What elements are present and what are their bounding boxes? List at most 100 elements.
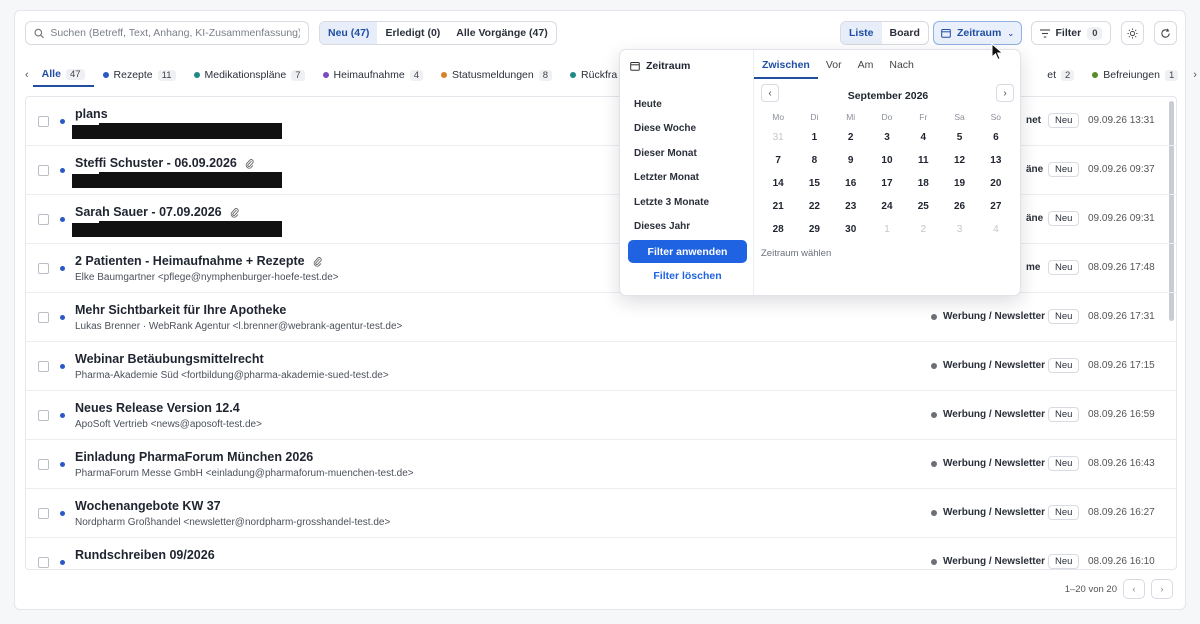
prev-page-button[interactable]: ‹ <box>1123 579 1145 599</box>
tab-erledigt[interactable]: Erledigt (0) <box>377 22 448 44</box>
calendar-day[interactable]: 2 <box>905 218 941 241</box>
calendar-day[interactable]: 9 <box>833 149 869 172</box>
category-statusmeldungen[interactable]: Statusmeldungen 8 <box>432 63 561 87</box>
calendar-day[interactable]: 15 <box>796 172 832 195</box>
category-befreiungen[interactable]: Befreiungen 1 <box>1083 63 1187 87</box>
category-medikationsplaene[interactable]: Medikationspläne 7 <box>185 63 314 87</box>
tab-am[interactable]: Am <box>850 56 882 79</box>
category-dot-icon <box>1092 72 1099 78</box>
unread-dot-icon <box>60 511 65 516</box>
calendar-day[interactable]: 3 <box>869 126 905 149</box>
row-checkbox[interactable] <box>38 214 49 225</box>
row-checkbox[interactable] <box>38 508 49 519</box>
row-checkbox[interactable] <box>38 361 49 372</box>
row-subject-text: Neues Release Version 12.4 <box>75 401 240 415</box>
calendar-day[interactable]: 10 <box>869 149 905 172</box>
unread-dot-icon <box>60 462 65 467</box>
tab-neu[interactable]: Neu (47) <box>320 22 378 44</box>
calendar-day[interactable]: 13 <box>978 149 1014 172</box>
calendar-day[interactable]: 7 <box>760 149 796 172</box>
calendar-day[interactable]: 1 <box>869 218 905 241</box>
clear-filter-button[interactable]: Filter löschen <box>628 270 747 282</box>
calendar-day[interactable]: 5 <box>941 126 977 149</box>
table-row[interactable]: Mehr Sichtbarkeit für Ihre Apotheke Lukas… <box>26 293 1176 342</box>
preset-dieser-monat[interactable]: Dieser Monat <box>634 148 697 159</box>
category-heimaufnahme[interactable]: Heimaufnahme 4 <box>314 63 433 87</box>
calendar-day[interactable]: 28 <box>760 218 796 241</box>
category-rueckfragen[interactable]: Rückfra <box>561 63 626 87</box>
calendar-day[interactable]: 18 <box>905 172 941 195</box>
search-box[interactable] <box>25 21 309 45</box>
calendar-day[interactable]: 30 <box>833 218 869 241</box>
zeitraum-button[interactable]: Zeitraum ⌄ <box>933 21 1022 45</box>
preset-heute[interactable]: Heute <box>634 99 662 110</box>
table-row[interactable]: Neues Release Version 12.4 ApoSoft Vertri… <box>26 391 1176 440</box>
calendar-day[interactable]: 8 <box>796 149 832 172</box>
calendar-day[interactable]: 22 <box>796 195 832 218</box>
calendar-day[interactable]: 21 <box>760 195 796 218</box>
category-count: 8 <box>538 69 553 81</box>
calendar-day[interactable]: 2 <box>833 126 869 149</box>
settings-button[interactable] <box>1121 21 1144 45</box>
row-checkbox[interactable] <box>38 459 49 470</box>
calendar-day[interactable]: 1 <box>796 126 832 149</box>
table-row[interactable]: Einladung PharmaForum München 2026 Pharma… <box>26 440 1176 489</box>
chevron-left-icon[interactable]: ‹ <box>15 69 33 81</box>
category-rezepte[interactable]: Rezepte 11 <box>94 63 185 87</box>
calendar-day[interactable]: 16 <box>833 172 869 195</box>
calendar-day[interactable]: 24 <box>869 195 905 218</box>
search-input[interactable] <box>50 27 300 39</box>
calendar-day[interactable]: 25 <box>905 195 941 218</box>
next-page-button[interactable]: › <box>1151 579 1173 599</box>
category-count: 2 <box>1061 69 1075 81</box>
row-category-tag: äne <box>1026 213 1044 224</box>
row-checkbox[interactable] <box>38 165 49 176</box>
calendar-day[interactable]: 26 <box>941 195 977 218</box>
table-row[interactable]: Rundschreiben 09/2026 Werbung / Newslette… <box>26 538 1176 569</box>
row-date: 08.09.26 16:27 <box>1088 507 1155 518</box>
preset-letzte-3-monate[interactable]: Letzte 3 Monate <box>634 197 709 208</box>
calendar-day[interactable]: 4 <box>978 218 1014 241</box>
row-checkbox[interactable] <box>38 116 49 127</box>
category-partial[interactable]: et 2 <box>1038 63 1083 87</box>
category-dot-icon <box>570 72 577 78</box>
tab-liste[interactable]: Liste <box>841 22 882 44</box>
filter-button[interactable]: Filter 0 <box>1031 21 1111 45</box>
tab-alle-vorgaenge[interactable]: Alle Vorgänge (47) <box>448 22 555 44</box>
row-checkbox[interactable] <box>38 263 49 274</box>
unread-dot-icon <box>60 560 65 565</box>
row-checkbox[interactable] <box>38 557 49 568</box>
row-subject-text: Sarah Sauer - 07.09.2026 <box>75 205 222 219</box>
calendar-day[interactable]: 12 <box>941 149 977 172</box>
calendar-day[interactable]: 29 <box>796 218 832 241</box>
calendar-day[interactable]: 6 <box>978 126 1014 149</box>
calendar-day[interactable]: 14 <box>760 172 796 195</box>
calendar-day[interactable]: 27 <box>978 195 1014 218</box>
preset-letzter-monat[interactable]: Letzter Monat <box>634 172 699 183</box>
preset-diese-woche[interactable]: Diese Woche <box>634 123 696 134</box>
calendar-day[interactable]: 20 <box>978 172 1014 195</box>
calendar-day[interactable]: 23 <box>833 195 869 218</box>
calendar-day[interactable]: 3 <box>941 218 977 241</box>
table-row[interactable]: Wochenangebote KW 37 Nordpharm Großhandel… <box>26 489 1176 538</box>
preset-dieses-jahr[interactable]: Dieses Jahr <box>634 221 690 232</box>
category-alle[interactable]: Alle 47 <box>32 63 94 87</box>
apply-filter-button[interactable]: Filter anwenden <box>628 240 747 263</box>
tab-zwischen[interactable]: Zwischen <box>754 56 818 79</box>
tab-vor[interactable]: Vor <box>818 56 850 79</box>
calendar-day[interactable]: 19 <box>941 172 977 195</box>
next-month-button[interactable]: › <box>996 84 1014 102</box>
tab-board[interactable]: Board <box>882 22 928 44</box>
calendar-day[interactable]: 31 <box>760 126 796 149</box>
tab-nach[interactable]: Nach <box>881 56 922 79</box>
paperclip-icon <box>230 207 239 218</box>
row-checkbox[interactable] <box>38 410 49 421</box>
refresh-button[interactable] <box>1154 21 1177 45</box>
table-row[interactable]: Webinar Betäubungsmittelrecht Pharma-Akad… <box>26 342 1176 391</box>
calendar-day[interactable]: 4 <box>905 126 941 149</box>
calendar-day[interactable]: 17 <box>869 172 905 195</box>
chevron-right-icon[interactable]: › <box>1187 69 1200 81</box>
row-category-tag: Werbung / Newsletter <box>931 556 1045 567</box>
calendar-day[interactable]: 11 <box>905 149 941 172</box>
row-checkbox[interactable] <box>38 312 49 323</box>
